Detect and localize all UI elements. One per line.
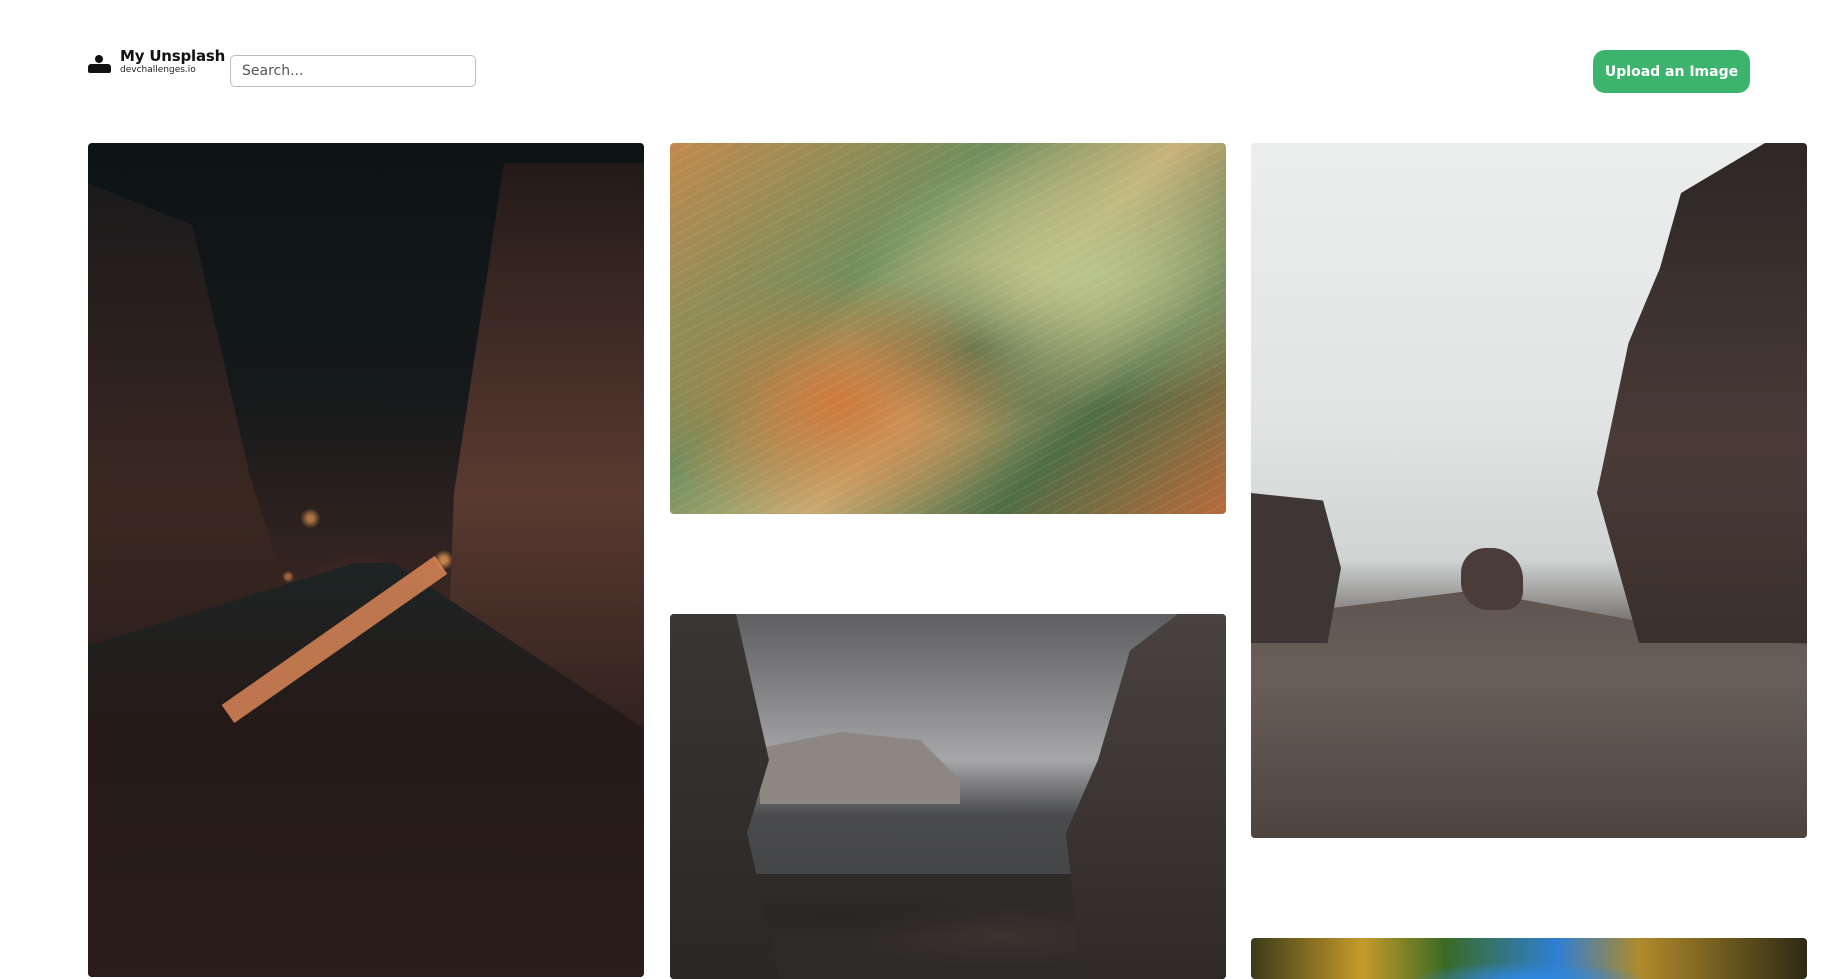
upload-image-button[interactable]: Upload an Image xyxy=(1593,50,1750,93)
header: My Unsplash devchallenges.io Upload an I… xyxy=(0,0,1836,120)
gallery-image-wheat-field[interactable] xyxy=(670,143,1226,514)
brand-text: My Unsplash devchallenges.io xyxy=(120,49,225,75)
gallery-image-foggy-coastal-rocks[interactable] xyxy=(1251,143,1807,838)
user-icon xyxy=(88,51,111,73)
search-input[interactable] xyxy=(240,62,475,80)
gallery-image-autumn-trees[interactable] xyxy=(1251,938,1807,979)
search-box[interactable] xyxy=(230,55,476,87)
brand-logo[interactable]: My Unsplash devchallenges.io xyxy=(88,49,225,75)
gallery-image-sea-cliffs[interactable] xyxy=(670,614,1226,979)
brand-subtitle: devchallenges.io xyxy=(120,65,196,75)
gallery-image-night-street[interactable] xyxy=(88,143,644,977)
brand-title: My Unsplash xyxy=(120,47,226,65)
